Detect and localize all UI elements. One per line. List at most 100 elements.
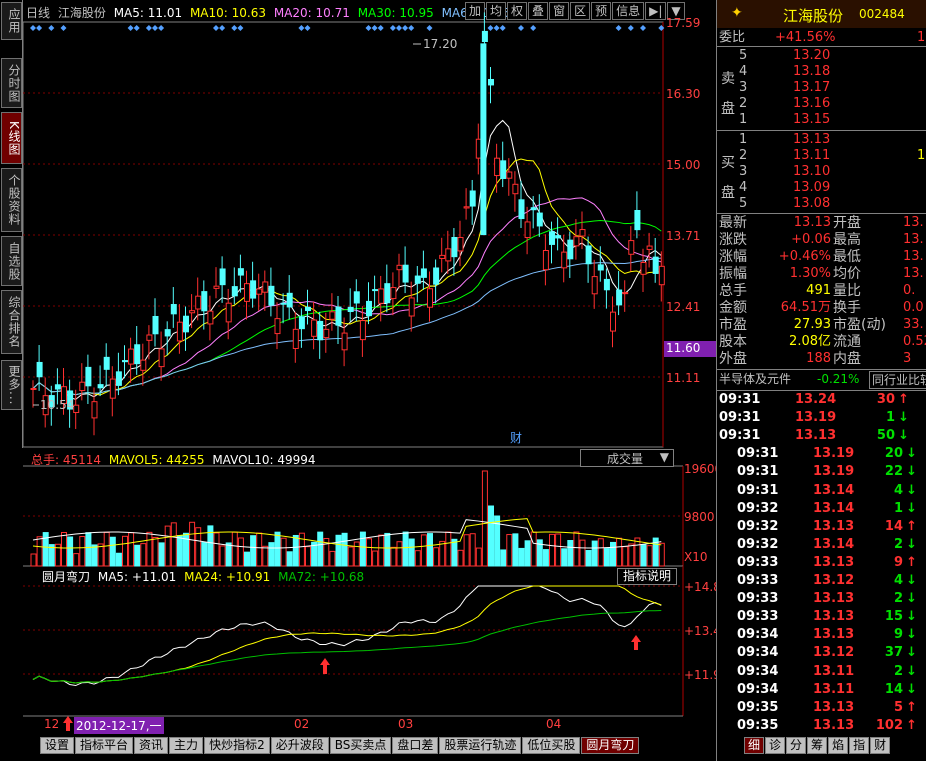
signal-marker [152, 25, 158, 31]
compare-button[interactable]: 同行业比较 [869, 371, 926, 389]
candle-body [420, 268, 427, 278]
volume-bar [359, 531, 366, 567]
signal-marker [60, 25, 67, 31]
sector-row[interactable]: 半导体及元件 -0.21% 同行业比较 [717, 371, 926, 389]
volume-bar [67, 536, 74, 567]
tab-minute[interactable]: 分 [786, 737, 807, 754]
bid-price: 13.09 [793, 180, 831, 195]
tick-price: 13.13 [813, 699, 855, 715]
nav-app[interactable]: 应用 [1, 2, 22, 40]
indicator-help-button[interactable]: 指标说明 [617, 568, 677, 585]
volume-bar [378, 534, 385, 567]
tab-settings[interactable]: 设置 [40, 737, 75, 754]
tick-volume: 102 [875, 717, 903, 733]
signal-marker [487, 25, 494, 31]
tick-volume: 2 [893, 663, 903, 679]
stat-value: 0.52 [903, 334, 926, 349]
signal-marker [231, 25, 238, 31]
candle-body [262, 281, 269, 293]
tick-price: 13.14 [813, 500, 855, 516]
volume-bar [256, 532, 263, 567]
volume-bar [134, 544, 141, 567]
volume-bar [305, 546, 311, 567]
mavol5-label: MAVOL5: 44255 [108, 453, 205, 467]
quote-stock-name: 江海股份 [783, 7, 844, 25]
candle-body [433, 267, 440, 285]
tab-diagnose[interactable]: 诊 [765, 737, 786, 754]
tab-index[interactable]: 指 [849, 737, 870, 754]
volume-bar [530, 531, 537, 567]
nav-watchlist[interactable]: 自选股 [1, 236, 22, 286]
tab-wave[interactable]: 必升波段 [270, 737, 329, 754]
tab-finance[interactable]: 财 [870, 737, 891, 754]
ask-row[interactable]: 4 13.18 [717, 64, 926, 80]
ask-row[interactable]: 1 13.15 [717, 112, 926, 128]
arrow-down-icon: ↓ [906, 591, 917, 607]
bid-row[interactable]: 3 13.10 [717, 164, 926, 180]
tick-volume: 37 [884, 645, 903, 661]
indicator-select-dropdown[interactable]: 成交量 ▼ [580, 449, 674, 467]
tab-trajectory[interactable]: 股票运行轨迹 [439, 737, 522, 754]
signal-marker [48, 25, 55, 31]
volume-bar [30, 553, 37, 567]
volume-bar [146, 531, 153, 567]
tab-low-buy[interactable]: 低位买股 [522, 737, 581, 754]
nav-timeshare[interactable]: 分时图 [1, 58, 22, 108]
finance-mark[interactable]: 财 [510, 431, 522, 445]
tick-volume: 9 [893, 554, 903, 570]
tab-spread[interactable]: 盘口差 [392, 737, 439, 754]
arrow-up-icon: ↑ [906, 554, 917, 570]
signal-marker [133, 25, 140, 31]
arrow-down-icon: ↓ [898, 428, 909, 444]
candle-body [213, 285, 220, 289]
tab-chips[interactable]: 筹 [807, 737, 828, 754]
ask-row[interactable]: 2 13.16 [717, 96, 926, 112]
volume-bar [85, 532, 92, 567]
bid-row[interactable]: 2 13.11 1 [717, 148, 926, 164]
tick-row: 09:33 13.12 4 ↓ [717, 573, 926, 589]
bid-row[interactable]: 4 13.09 [717, 180, 926, 196]
tick-volume: 2 [893, 591, 903, 607]
price-tick: 13.71 [666, 229, 701, 243]
tab-indicator-platform[interactable]: 指标平台 [75, 737, 134, 754]
tab-flame[interactable]: 焰 [828, 737, 849, 754]
bid-level: 4 [739, 180, 748, 195]
volume-bar [347, 546, 354, 567]
tick-price: 13.13 [813, 627, 855, 643]
quote-stock-code: 002484 [859, 7, 905, 21]
arrow-down-icon: ↓ [906, 663, 917, 679]
candle-body [652, 256, 659, 274]
buy-arrow-icon [63, 716, 73, 731]
nav-kline[interactable]: K线图 [1, 112, 22, 164]
candle-body [480, 43, 487, 236]
stat-label: 振幅 [719, 266, 747, 282]
candles [30, 12, 665, 436]
tab-news[interactable]: 资讯 [134, 737, 169, 754]
candle-body [378, 288, 385, 304]
candle-body [158, 348, 165, 368]
tab-moon-blade[interactable]: 圆月弯刀 [581, 737, 640, 754]
nav-stock-info[interactable]: 个股资料 [1, 168, 22, 232]
nav-more[interactable]: 更多... [1, 360, 22, 410]
ask-row[interactable]: 3 13.17 [717, 80, 926, 96]
stat-row: 振幅 1.30% 均价 13. [717, 266, 926, 282]
tab-detail[interactable]: 细 [744, 737, 765, 754]
tick-time: 09:33 [737, 591, 779, 607]
candle-body [250, 280, 257, 299]
kline-chart-area[interactable]: 17.20 10.54 财 [23, 0, 716, 737]
tick-row: 09:34 13.11 14 ↓ [717, 682, 926, 698]
volume-bar [622, 546, 629, 567]
tab-main-force[interactable]: 主力 [169, 737, 204, 754]
bid-row[interactable]: 1 13.13 [717, 132, 926, 148]
bid-row[interactable]: 5 13.08 [717, 196, 926, 212]
arrow-down-icon: ↓ [898, 410, 909, 426]
stat-label: 开盘 [833, 215, 861, 231]
tick-time: 09:32 [737, 500, 779, 516]
tab-bs-points[interactable]: BS买卖点 [329, 737, 392, 754]
tab-quick-indicator[interactable]: 快炒指标2 [204, 737, 270, 754]
ask-row[interactable]: 5 13.20 [717, 48, 926, 64]
tick-price: 13.13 [813, 591, 855, 607]
ask-level: 2 [739, 96, 748, 111]
nav-ranking[interactable]: 综合排名 [1, 290, 22, 354]
volume-bar [591, 540, 598, 567]
